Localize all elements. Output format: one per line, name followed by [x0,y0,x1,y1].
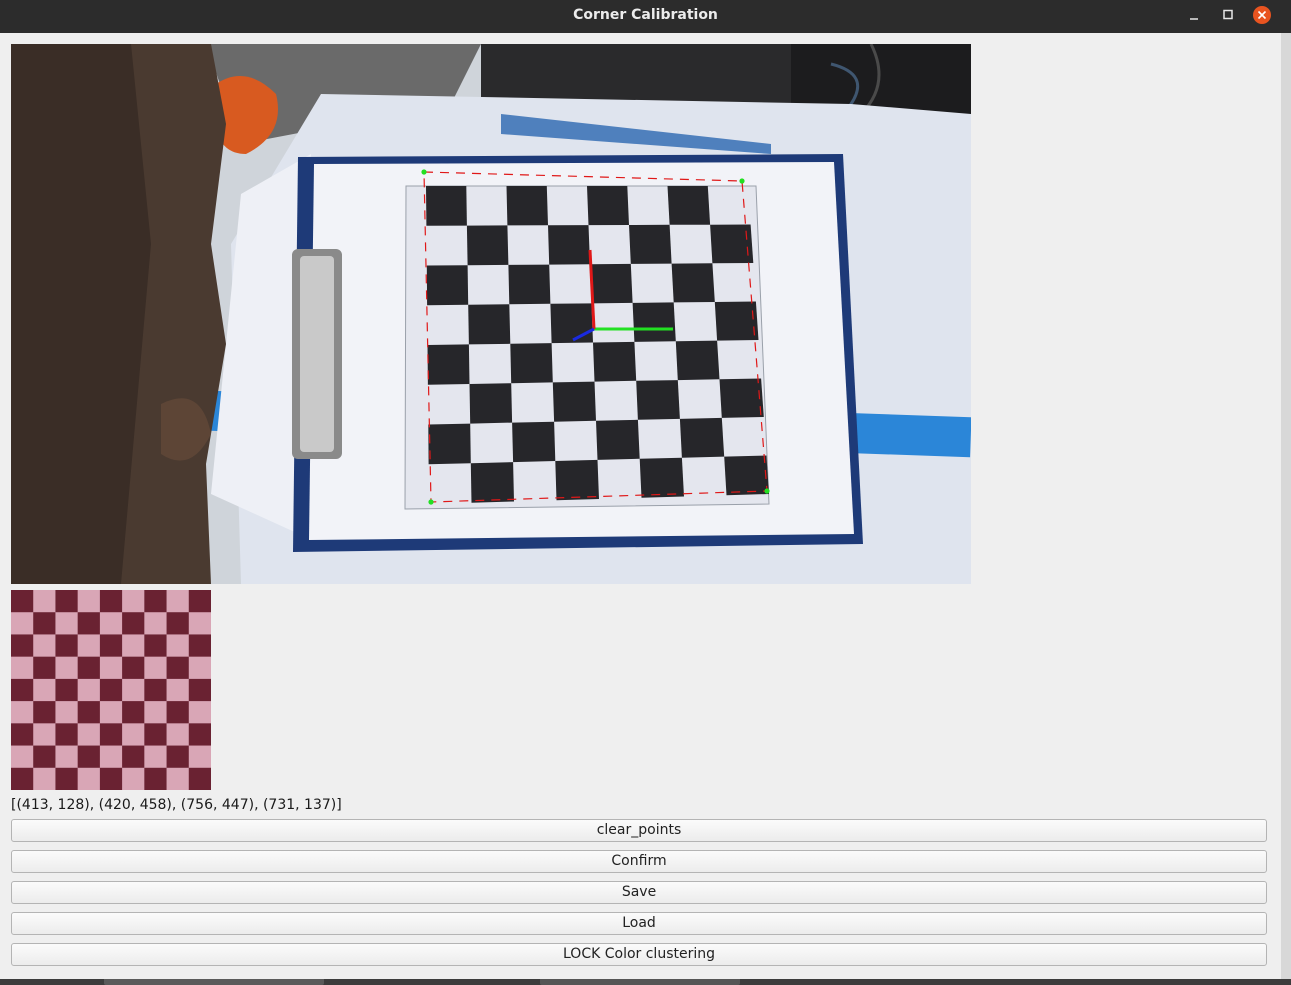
lock-color-clustering-button[interactable]: LOCK Color clustering [11,943,1267,966]
corner-points-readout: [(413, 128), (420, 458), (756, 447), (73… [11,797,342,813]
warped-board-preview [11,590,211,790]
clear-points-button[interactable]: clear_points [11,819,1267,842]
save-button[interactable]: Save [11,881,1267,904]
maximize-icon[interactable] [1219,6,1237,24]
desktop-background [0,979,1291,985]
minimize-icon[interactable] [1185,6,1203,24]
main-window-content: [(413, 128), (420, 458), (756, 447), (73… [0,33,1281,979]
load-button[interactable]: Load [11,912,1267,935]
window-border [1281,33,1291,985]
window-title: Corner Calibration [573,7,718,23]
camera-view[interactable] [11,44,971,584]
window-titlebar[interactable]: Corner Calibration [0,0,1291,33]
confirm-button[interactable]: Confirm [11,850,1267,873]
close-icon[interactable] [1253,6,1271,24]
